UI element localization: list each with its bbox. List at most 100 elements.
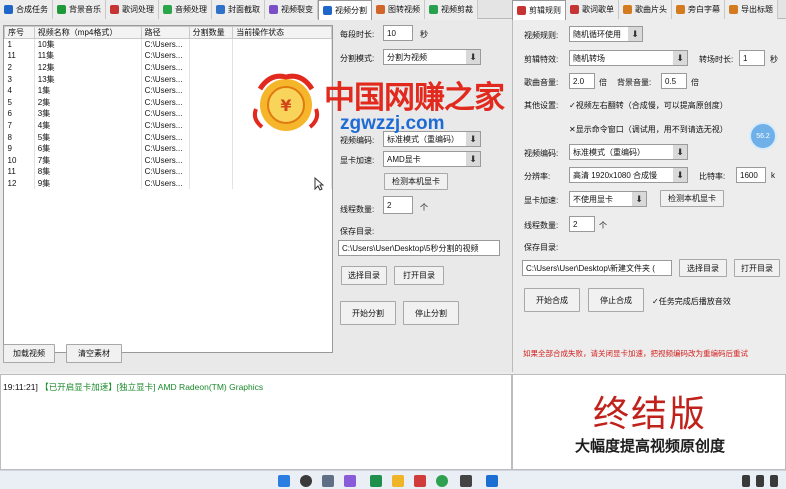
thread-count-input[interactable]: 2 bbox=[383, 196, 413, 214]
left-tab-bar: 合成任务 背景音乐 歌词处理 音频处理 封面截取 视频裂变 视频分割 图转视频 视频剪裁 bbox=[0, 0, 512, 20]
start-compose-button[interactable]: 开始合成 bbox=[524, 288, 580, 312]
table-cell: C:\Users... bbox=[141, 166, 190, 178]
rule-detect-gpu-button[interactable]: 检测本机显卡 bbox=[660, 190, 724, 207]
stop-split-button[interactable]: 停止分割 bbox=[403, 301, 459, 325]
promo-banner: 终结版 大幅度提高视频原创度 bbox=[512, 374, 786, 470]
search-icon[interactable] bbox=[300, 475, 312, 487]
column-header[interactable]: 视频名称（mp4格式） bbox=[33, 26, 142, 39]
rule-choose-dir-button[interactable]: 选择目录 bbox=[679, 259, 727, 277]
song-volume-label: 歌曲音量: bbox=[524, 78, 559, 87]
table-cell bbox=[189, 38, 234, 51]
rule-thread-label: 线程数量: bbox=[524, 221, 559, 230]
tab-left-1[interactable]: 背景音乐 bbox=[53, 0, 106, 19]
tab-right-1[interactable]: 歌词歌单 bbox=[566, 0, 619, 19]
table-cell: 8集 bbox=[34, 166, 142, 178]
table-row[interactable]: 11 8集 C:\Users... bbox=[4, 166, 332, 178]
watermark-logo-icon: ¥ bbox=[252, 73, 320, 131]
table-cell: C:\Users... bbox=[141, 84, 190, 97]
app-icon[interactable] bbox=[370, 475, 382, 487]
app-icon[interactable] bbox=[486, 475, 498, 487]
table-cell: 7 bbox=[4, 119, 35, 132]
bg-volume-input[interactable]: 0.5 bbox=[661, 73, 687, 89]
stop-compose-button[interactable]: 停止合成 bbox=[588, 288, 644, 312]
browser-icon[interactable] bbox=[436, 475, 448, 487]
tab-left-7[interactable]: 图转视频 bbox=[372, 0, 425, 19]
start-menu-icon[interactable] bbox=[278, 475, 290, 487]
open-dir-button[interactable]: 打开目录 bbox=[394, 266, 444, 285]
table-row[interactable]: 10 7集 C:\Users... bbox=[4, 154, 332, 167]
split-mode-select[interactable]: 分割为视频 ⬇ bbox=[383, 49, 481, 65]
music-icon bbox=[57, 5, 66, 14]
table-cell: 9 bbox=[4, 142, 35, 155]
load-video-button[interactable]: 加载视频 bbox=[3, 344, 55, 363]
battery-icon[interactable] bbox=[770, 475, 778, 487]
tab-right-0[interactable]: 剪辑规则 bbox=[512, 0, 566, 20]
table-cell bbox=[232, 154, 332, 167]
app-icon[interactable] bbox=[460, 475, 472, 487]
show-cmd-checkbox[interactable]: ✕显示命令窗口（调试用，用不到请选无视） bbox=[569, 124, 728, 135]
transition-duration-input[interactable]: 1 bbox=[739, 50, 765, 66]
log-time: 19:11:21] bbox=[3, 382, 38, 392]
gpu-accel-select[interactable]: AMD显卡 ⬇ bbox=[383, 151, 481, 167]
clip-effect-select[interactable]: 随机转场 ⬇ bbox=[569, 50, 688, 66]
video-rule-select[interactable]: 随机循环使用 ⬇ bbox=[569, 26, 643, 42]
tab-left-4[interactable]: 封面截取 bbox=[212, 0, 265, 19]
tab-right-3[interactable]: 旁白字幕 bbox=[672, 0, 725, 19]
tab-label: 合成任务 bbox=[16, 5, 48, 14]
mirror-checkbox[interactable]: ✓视频左右翻转（合成慢，可以提高原创度） bbox=[569, 100, 728, 111]
start-split-button[interactable]: 开始分割 bbox=[340, 301, 396, 325]
play-sound-checkbox[interactable]: ✓任务完成后播放音效 bbox=[652, 296, 731, 307]
tab-left-5[interactable]: 视频裂变 bbox=[265, 0, 318, 19]
table-row[interactable]: 11 11集 C:\Users... bbox=[4, 50, 332, 62]
tab-right-4[interactable]: 导出标题 bbox=[725, 0, 778, 19]
song-volume-input[interactable]: 2.0 bbox=[569, 73, 595, 89]
tab-right-2[interactable]: 歌曲片头 bbox=[619, 0, 672, 19]
subtitle-icon bbox=[676, 5, 685, 14]
wifi-icon[interactable] bbox=[742, 475, 750, 487]
rule-save-dir-input[interactable]: C:\Users\User\Desktop\新建文件夹 ( bbox=[522, 260, 672, 276]
clear-materials-button[interactable]: 清空素材 bbox=[66, 344, 122, 363]
table-cell bbox=[232, 38, 332, 51]
table-cell: 11 bbox=[4, 166, 35, 178]
task-view-icon[interactable] bbox=[322, 475, 334, 487]
play-icon bbox=[4, 5, 13, 14]
table-cell bbox=[189, 131, 234, 143]
thread-unit: 个 bbox=[420, 203, 428, 212]
app-icon[interactable] bbox=[344, 475, 356, 487]
column-header[interactable]: 当前操作状态 bbox=[232, 26, 332, 39]
volume-icon[interactable] bbox=[756, 475, 764, 487]
table-cell bbox=[189, 154, 234, 167]
rule-gpu-select[interactable]: 不使用显卡 ⬇ bbox=[569, 191, 647, 207]
column-header[interactable]: 序号 bbox=[4, 26, 35, 39]
tab-left-0[interactable]: 合成任务 bbox=[0, 0, 53, 19]
save-dir-input[interactable]: C:\Users\User\Desktop\5秒分割的视频 bbox=[338, 240, 500, 256]
resolution-select[interactable]: 高清 1920x1080 合成慢 ⬇ bbox=[569, 167, 688, 183]
rule-thread-input[interactable]: 2 bbox=[569, 216, 595, 232]
crop-icon bbox=[429, 5, 438, 14]
mouse-cursor-icon bbox=[314, 177, 324, 191]
tab-left-8[interactable]: 视频剪裁 bbox=[425, 0, 478, 19]
column-header[interactable]: 分割数量 bbox=[188, 26, 234, 39]
table-row[interactable]: 1 10集 C:\Users... bbox=[4, 38, 332, 51]
tab-left-2[interactable]: 歌词处理 bbox=[106, 0, 159, 19]
choose-dir-button[interactable]: 选择目录 bbox=[341, 266, 387, 285]
rule-open-dir-button[interactable]: 打开目录 bbox=[734, 259, 780, 277]
tab-left-3[interactable]: 音频处理 bbox=[159, 0, 212, 19]
bitrate-input[interactable]: 1600 bbox=[736, 167, 766, 183]
rule-encode-select[interactable]: 标准模式（重编码） ⬇ bbox=[569, 144, 688, 160]
column-header[interactable]: 路径 bbox=[140, 26, 190, 39]
segment-duration-input[interactable]: 10 bbox=[383, 25, 413, 41]
table-cell bbox=[189, 142, 234, 155]
tab-label: 视频裂变 bbox=[281, 5, 313, 14]
app-icon[interactable] bbox=[414, 475, 426, 487]
gpu-accel-value: AMD显卡 bbox=[387, 154, 421, 164]
table-row[interactable]: 12 9集 C:\Users... bbox=[4, 177, 332, 190]
watermark: ¥ 中国网赚之家 zgwzzj.com bbox=[250, 65, 505, 145]
detect-gpu-button[interactable]: 检测本机显卡 bbox=[384, 173, 448, 190]
tab-left-6[interactable]: 视频分割 bbox=[318, 0, 372, 20]
table-cell: C:\Users... bbox=[141, 119, 190, 132]
folder-icon[interactable] bbox=[392, 475, 404, 487]
table-cell: C:\Users... bbox=[141, 154, 190, 167]
table-cell: C:\Users... bbox=[141, 61, 190, 74]
thread-count-label: 线程数量: bbox=[340, 205, 375, 214]
